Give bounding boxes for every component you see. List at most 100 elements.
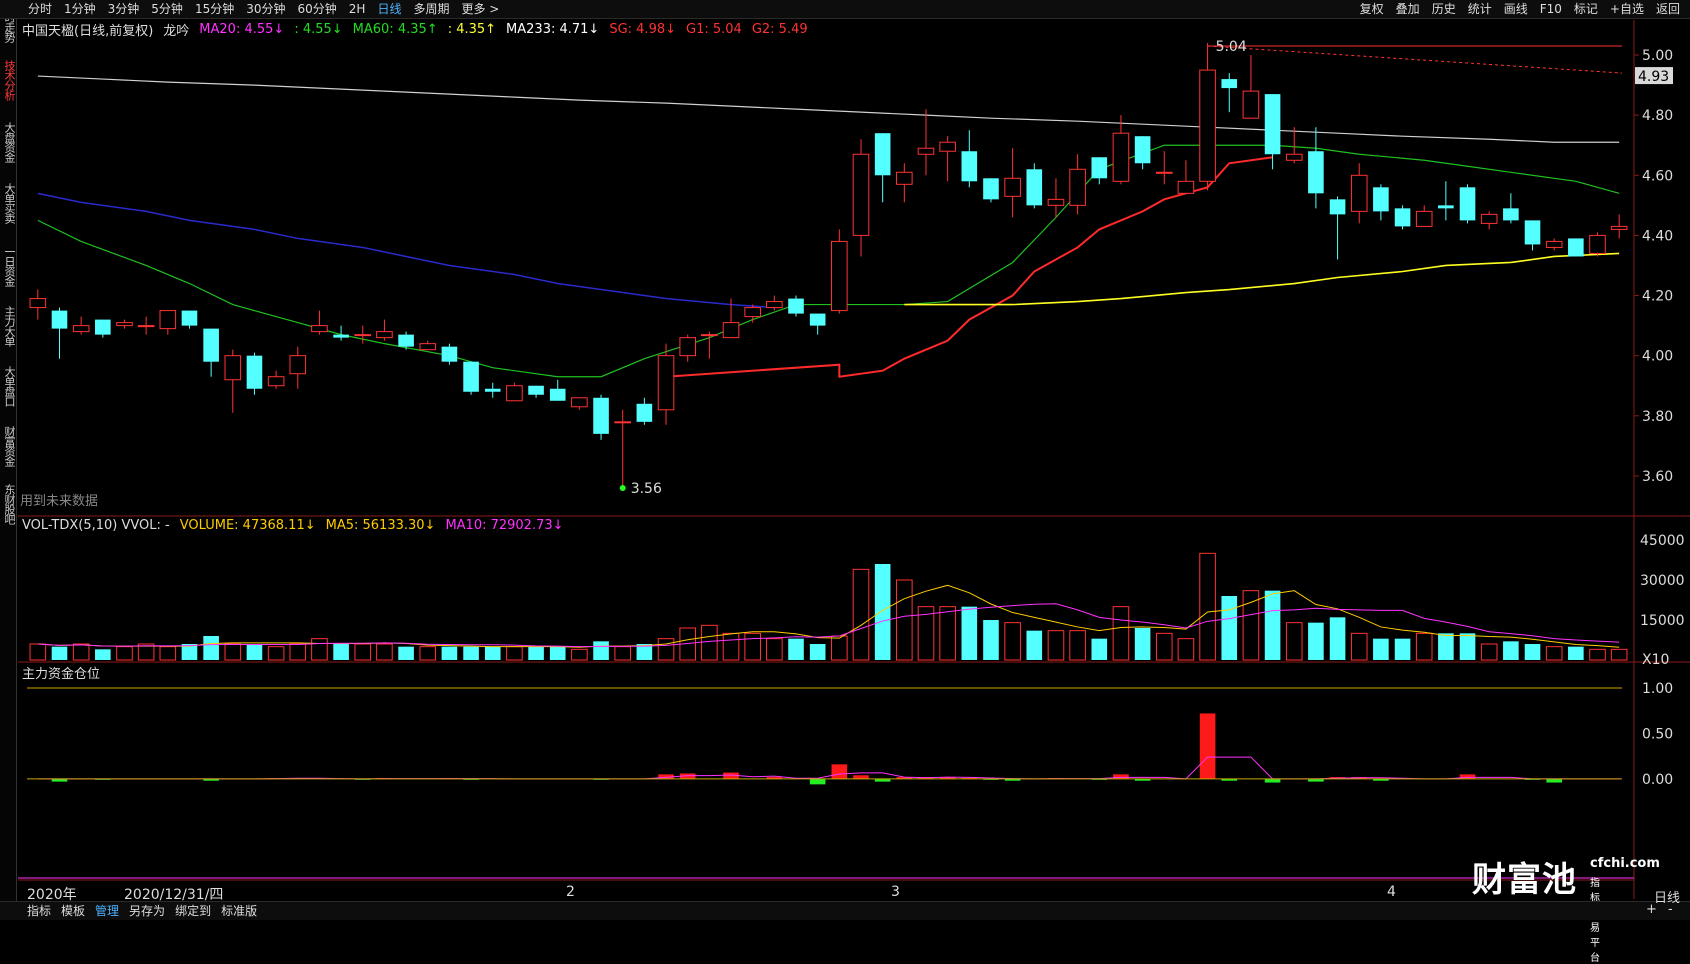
volume-bar-up bbox=[29, 643, 47, 661]
bottom-tab-4[interactable]: 绑定到 bbox=[170, 903, 216, 919]
fund-bar bbox=[853, 775, 869, 779]
volume-bar-up bbox=[701, 624, 718, 661]
volume-ma5-value: MA5: 56133.30↓ bbox=[325, 518, 436, 533]
volume-bar-down bbox=[961, 606, 978, 660]
volume-bar-down bbox=[1459, 633, 1476, 660]
volume-tick-label-0: 45000 bbox=[1640, 533, 1685, 549]
volume-bar-down bbox=[983, 620, 999, 660]
long-ma-blue-line bbox=[37, 192, 775, 309]
candle-body-up bbox=[766, 301, 783, 309]
date-month-2: 2 bbox=[566, 884, 575, 900]
candle-body-up bbox=[1155, 171, 1173, 174]
candle-body-down bbox=[528, 385, 544, 395]
volume-bar-up bbox=[852, 568, 870, 661]
candle-body-down bbox=[809, 313, 826, 326]
volume-bar-down bbox=[788, 638, 804, 660]
period-indicator[interactable]: 日线 bbox=[1654, 887, 1680, 906]
volume-bar-up bbox=[1242, 590, 1260, 661]
candle-body-up bbox=[116, 322, 133, 327]
volume-bar-down bbox=[1568, 646, 1584, 660]
sg-value: SG: 4.98↓ bbox=[609, 22, 677, 37]
current-price-label: 4.93 bbox=[1638, 69, 1669, 85]
zoom-out-button[interactable]: - bbox=[1668, 902, 1673, 917]
indicator-name[interactable]: 龙吟 bbox=[163, 20, 189, 39]
candle-body-up bbox=[376, 331, 393, 339]
volume-bar-up bbox=[831, 635, 848, 661]
candle-body-down bbox=[463, 361, 479, 392]
price-tick-label-0: 5.00 bbox=[1642, 48, 1673, 64]
candle-body-down bbox=[874, 133, 891, 176]
bottom-tab-2[interactable]: 管理 bbox=[90, 903, 124, 919]
bottom-tab-3[interactable]: 另存为 bbox=[124, 903, 170, 919]
candle-body-down bbox=[441, 346, 458, 362]
volume-bar-up bbox=[376, 643, 393, 661]
volume-bar-down bbox=[593, 641, 609, 660]
date-month-4: 4 bbox=[1387, 884, 1396, 900]
volume-bar-down bbox=[246, 644, 263, 660]
candle-body-up bbox=[939, 141, 956, 152]
price-tick-label-6: 3.80 bbox=[1642, 409, 1673, 425]
candle-body-up bbox=[29, 298, 47, 309]
volume-tick-label-1: 30000 bbox=[1640, 573, 1685, 589]
candle-body-up bbox=[311, 325, 328, 333]
candle-body-down bbox=[1568, 238, 1584, 257]
volume-bar-down bbox=[1134, 628, 1151, 660]
candle-body-down bbox=[246, 355, 263, 389]
price-tick-label-7: 3.60 bbox=[1642, 469, 1673, 485]
ma233-line bbox=[37, 75, 1620, 143]
fund-position-header: 主力资金仓位 bbox=[22, 663, 100, 682]
volume-tick-label-2: 15000 bbox=[1640, 613, 1685, 629]
volume-bar-up bbox=[1177, 638, 1195, 661]
fund-ma-line bbox=[37, 756, 1620, 780]
kline-chart-canvas[interactable]: 5.00 4.80 4.60 4.40 4.20 4.00 3.80 3.60 4.93 5.04… bbox=[0, 0, 1690, 919]
volume-bar-down bbox=[874, 564, 891, 660]
fund-tick-label-2: 0.00 bbox=[1642, 772, 1673, 788]
volume-bar-up bbox=[116, 646, 133, 661]
candle-body-up bbox=[354, 334, 372, 337]
fund-indicator-name[interactable]: 主力资金仓位 bbox=[22, 663, 100, 682]
g2-value: G2: 5.49 bbox=[751, 22, 808, 37]
fund-bar bbox=[1199, 713, 1216, 779]
volume-bar-up bbox=[614, 646, 632, 661]
volume-bar-up bbox=[744, 632, 761, 661]
g1-value: G1: 5.04 bbox=[686, 22, 742, 37]
candle-body-up bbox=[1480, 213, 1498, 224]
candle-body-up bbox=[267, 376, 285, 387]
bottom-tab-5[interactable]: 标准版 bbox=[216, 903, 262, 919]
candle-body-up bbox=[1350, 174, 1368, 212]
candle-body-up bbox=[722, 322, 740, 339]
volume-header: VOL-TDX(5,10) VVOL: - VOLUME: 47368.11↓ … bbox=[22, 518, 564, 533]
candle-body-down bbox=[1503, 208, 1519, 221]
candle-body-up bbox=[831, 240, 848, 312]
candle-body-up bbox=[701, 334, 718, 337]
fund-bar bbox=[1546, 778, 1562, 783]
volume-bar-up bbox=[72, 643, 90, 661]
candle-body-down bbox=[95, 319, 111, 335]
high-price-label: 5.04 bbox=[1216, 39, 1247, 55]
candle-body-up bbox=[852, 153, 870, 236]
bottom-tab-1[interactable]: 模板 bbox=[56, 903, 90, 919]
fund-bar bbox=[809, 778, 826, 785]
volume-bar-down bbox=[549, 646, 566, 660]
price-tick-label-2: 4.60 bbox=[1642, 168, 1673, 184]
bottom-tab-0[interactable]: 指标 bbox=[22, 903, 56, 919]
volume-bar-down bbox=[1026, 630, 1043, 660]
candle-body-down bbox=[1459, 187, 1476, 221]
candle-body-up bbox=[419, 343, 437, 351]
volume-bar-up bbox=[939, 606, 956, 661]
candle-body-down bbox=[333, 334, 349, 338]
price-tick-label-4: 4.20 bbox=[1642, 289, 1673, 305]
volume-bar-down bbox=[333, 644, 349, 660]
candle-body-up bbox=[1199, 69, 1216, 182]
candle-body-down bbox=[398, 334, 414, 347]
volume-indicator-name[interactable]: VOL-TDX(5,10) VVOL: - bbox=[22, 518, 170, 533]
candle-body-down bbox=[1329, 199, 1346, 215]
ma20-extra-value: : 4.55↓ bbox=[294, 22, 343, 37]
candle-body-down bbox=[1524, 220, 1541, 245]
candle-body-down bbox=[1134, 136, 1151, 164]
candle-body-up bbox=[614, 421, 632, 424]
volume-bar-up bbox=[1285, 622, 1303, 661]
low-price-label: 3.56 bbox=[631, 481, 662, 497]
zoom-in-button[interactable]: + bbox=[1646, 902, 1657, 917]
volume-bar-up bbox=[722, 632, 740, 661]
